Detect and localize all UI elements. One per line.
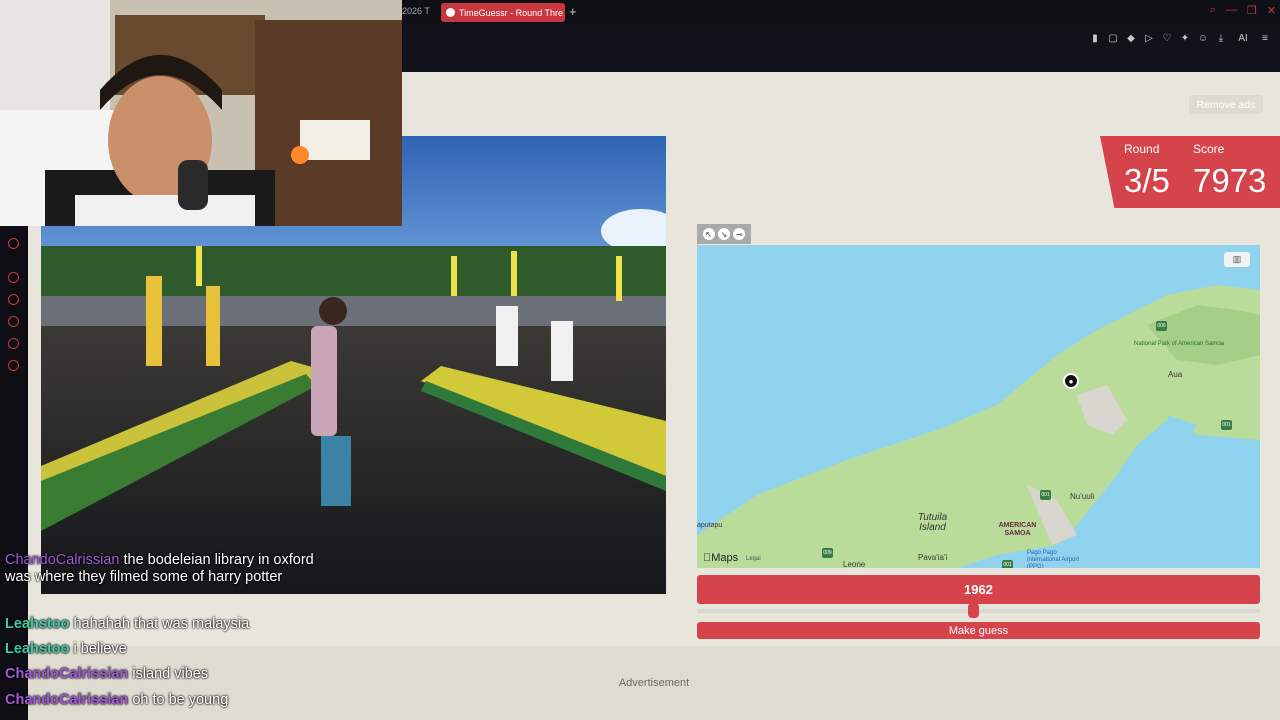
score-label: Score xyxy=(1193,142,1225,156)
year-display: 1962 xyxy=(697,575,1260,604)
search-icon[interactable]: ⌕ xyxy=(1210,4,1216,17)
map-label-aua: Aua xyxy=(1168,370,1183,379)
map-label-nuuuli: Nu'uuli xyxy=(1070,492,1095,501)
ai-button[interactable]: AI xyxy=(1234,33,1252,44)
chat-username: ChandoCalrissian xyxy=(5,666,129,682)
browser-tab-title: TimeGuessr - Round Thre xyxy=(459,7,564,18)
map-label-american-samoa: AMERICAN SAMOA xyxy=(998,522,1037,537)
chat-message: ChandoCalrissian the bodeleian library i… xyxy=(5,552,335,587)
chat-message: Leahstoo hahahah that was malaysia xyxy=(5,616,249,633)
streamer-webcam xyxy=(0,0,402,226)
route-shield: 009 xyxy=(822,548,833,558)
sidebar-record-icon[interactable] xyxy=(8,238,19,249)
map-shrink-icon[interactable]: ↘ xyxy=(717,228,730,240)
menu-icon[interactable]: ≡ xyxy=(1260,33,1270,44)
close-icon[interactable]: ✕ xyxy=(1267,4,1276,17)
apple-maps-logo: Maps xyxy=(703,552,738,564)
bookmark-icon[interactable]: ▮ xyxy=(1090,33,1100,44)
browser-tab-active[interactable]: TimeGuessr - Round Thre xyxy=(441,3,565,22)
chat-message: ChandoCalrissian island vibes xyxy=(5,666,208,683)
account-icon[interactable]: ☺ xyxy=(1198,33,1208,44)
chat-text: i believe xyxy=(73,641,127,657)
map-label-tutuila: Tutuila Island xyxy=(917,512,948,533)
window-controls: ⌕ — ❐ ✕ xyxy=(1210,4,1276,17)
score-badge: Round Score 3/5 7973 xyxy=(1100,136,1280,208)
sidebar-chat-icon[interactable] xyxy=(8,338,19,349)
chat-text: oh to be young xyxy=(132,692,229,708)
map-label-leone: Leone xyxy=(843,560,866,568)
chat-text: island vibes xyxy=(132,666,209,682)
advertisement-label: Advertisement xyxy=(618,677,690,689)
heart-icon[interactable]: ♡ xyxy=(1162,33,1172,44)
chat-text: hahahah that was malaysia xyxy=(73,616,250,632)
restore-icon[interactable]: ❐ xyxy=(1247,4,1257,17)
chat-username: Leahstoo xyxy=(5,641,70,657)
sidebar-play-icon[interactable] xyxy=(8,272,19,283)
score-value: 7973 xyxy=(1193,162,1267,199)
chat-username: Leahstoo xyxy=(5,616,70,632)
guess-pin-icon[interactable]: ● xyxy=(1063,373,1079,389)
chat-message: Leahstoo i believe xyxy=(5,641,127,658)
sidebar-pin-icon[interactable] xyxy=(8,294,19,305)
toolbar-icons: ▮ ▢ ◆ ▷ ♡ ✦ ☺ ⤓ AI ≡ xyxy=(1090,33,1270,44)
map-controls: ↖ ↘ ⊸ xyxy=(697,224,751,244)
map-legal-link[interactable]: Legal xyxy=(746,556,761,562)
extensions-icon[interactable]: ✦ xyxy=(1180,33,1190,44)
play-icon[interactable]: ▷ xyxy=(1144,33,1154,44)
shield-icon[interactable]: ◆ xyxy=(1126,33,1136,44)
map-expand-icon[interactable]: ↖ xyxy=(702,228,715,240)
sidebar-history-icon[interactable] xyxy=(8,316,19,327)
map-label-airport: Pago Pago International Airport (PPG) xyxy=(1027,550,1080,568)
round-label: Round xyxy=(1124,142,1160,156)
make-guess-button[interactable]: Make guess xyxy=(697,622,1260,639)
new-tab-button[interactable]: + xyxy=(569,4,577,19)
route-shield: 001 xyxy=(1040,490,1051,500)
chat-username: ChandoCalrissian xyxy=(5,552,120,568)
route-shield: 006 xyxy=(1156,321,1167,331)
map-label-pavaiai: Pava'ia'i xyxy=(918,553,948,562)
minimize-icon[interactable]: — xyxy=(1226,4,1237,17)
map-label-west: aputapu xyxy=(697,522,723,529)
map-pin-lock-icon[interactable]: ⊸ xyxy=(733,228,746,240)
year-slider-handle[interactable] xyxy=(967,603,979,618)
browser-tab-previous[interactable]: 2026 T xyxy=(402,6,430,16)
screenshot-icon[interactable]: ▢ xyxy=(1108,33,1118,44)
remove-ads-button[interactable]: Remove ads xyxy=(1189,95,1263,114)
map-layers-button[interactable]: ▥ xyxy=(1224,252,1250,267)
guess-map[interactable]: ▥ National Park of American Samoa Aua Nu… xyxy=(697,245,1260,568)
route-shield: 001 xyxy=(1002,560,1013,568)
sidebar-settings-icon[interactable] xyxy=(8,360,19,371)
route-shield: 001 xyxy=(1221,420,1232,430)
round-value: 3/5 xyxy=(1124,162,1170,199)
tab-favicon-icon xyxy=(446,8,455,17)
download-icon[interactable]: ⤓ xyxy=(1216,33,1226,44)
map-label-park: National Park of American Samoa xyxy=(1134,341,1225,347)
chat-message: ChandoCalrissian oh to be young xyxy=(5,692,228,709)
chat-username: ChandoCalrissian xyxy=(5,692,129,708)
